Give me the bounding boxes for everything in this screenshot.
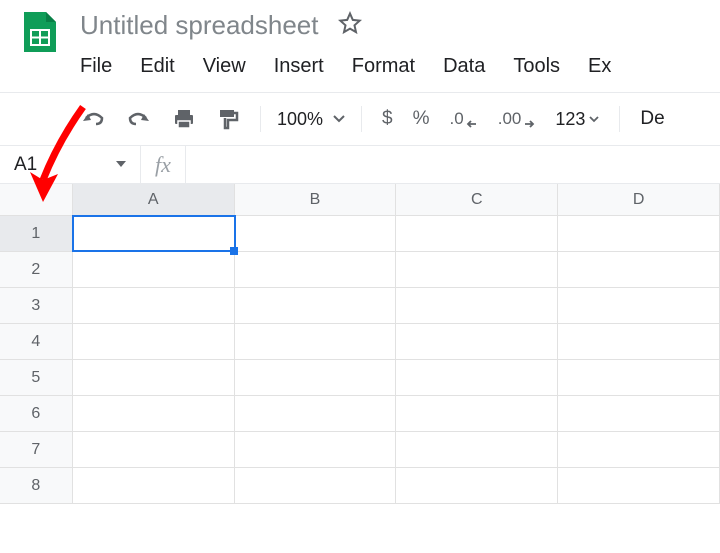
format-percent-button[interactable]: %: [403, 108, 440, 130]
document-title[interactable]: Untitled spreadsheet: [80, 10, 318, 41]
name-box[interactable]: A1: [0, 154, 140, 176]
cell[interactable]: [558, 396, 720, 431]
row-header[interactable]: 6: [0, 396, 73, 431]
redo-icon[interactable]: [116, 104, 162, 134]
cell[interactable]: [396, 324, 558, 359]
cell[interactable]: [396, 468, 558, 503]
zoom-dropdown[interactable]: 100%: [271, 109, 351, 130]
chevron-down-icon: [333, 115, 345, 123]
cell[interactable]: [558, 288, 720, 323]
column-header-c[interactable]: C: [396, 184, 558, 215]
print-icon[interactable]: [162, 104, 206, 134]
spreadsheet-grid: A B C D 12345678: [0, 184, 720, 504]
cell[interactable]: [235, 360, 397, 395]
cell[interactable]: [73, 432, 235, 467]
increase-decimal-button[interactable]: .00: [488, 108, 546, 130]
cell[interactable]: [558, 216, 720, 251]
cell[interactable]: [558, 324, 720, 359]
select-all-corner[interactable]: [0, 184, 73, 215]
name-box-value: A1: [14, 154, 37, 176]
cell[interactable]: [73, 324, 235, 359]
cell[interactable]: [235, 288, 397, 323]
cell[interactable]: [73, 288, 235, 323]
more-formats-dropdown[interactable]: 123: [545, 109, 609, 130]
row-header[interactable]: 3: [0, 288, 73, 323]
menu-data[interactable]: Data: [443, 55, 485, 78]
menu-insert[interactable]: Insert: [274, 55, 324, 78]
cell[interactable]: [558, 432, 720, 467]
font-dropdown[interactable]: De: [630, 108, 674, 130]
undo-icon[interactable]: [70, 104, 116, 134]
row-header[interactable]: 7: [0, 432, 73, 467]
menu-edit[interactable]: Edit: [140, 55, 174, 78]
sheets-logo[interactable]: [16, 8, 64, 56]
cell[interactable]: [558, 252, 720, 287]
column-header-d[interactable]: D: [558, 184, 720, 215]
cell[interactable]: [235, 324, 397, 359]
menu-view[interactable]: View: [203, 55, 246, 78]
menu-tools[interactable]: Tools: [513, 55, 560, 78]
row-header[interactable]: 8: [0, 468, 73, 503]
column-header-a[interactable]: A: [73, 184, 235, 215]
cell[interactable]: [235, 396, 397, 431]
cell[interactable]: [396, 360, 558, 395]
cell[interactable]: [396, 252, 558, 287]
cell[interactable]: [235, 252, 397, 287]
zoom-value: 100%: [277, 109, 323, 130]
cell[interactable]: [73, 468, 235, 503]
decrease-decimal-button[interactable]: .0: [440, 108, 488, 130]
chevron-down-icon: [589, 116, 599, 123]
cell[interactable]: [396, 288, 558, 323]
formula-input[interactable]: [185, 146, 720, 183]
cell[interactable]: [73, 396, 235, 431]
cell[interactable]: [558, 360, 720, 395]
row-header[interactable]: 4: [0, 324, 73, 359]
chevron-down-icon: [116, 161, 126, 168]
menu-extensions[interactable]: Ex: [588, 55, 611, 78]
menubar: File Edit View Insert Format Data Tools …: [80, 41, 704, 88]
cell[interactable]: [73, 252, 235, 287]
cell[interactable]: [235, 216, 397, 251]
cell[interactable]: [558, 468, 720, 503]
row-header[interactable]: 1: [0, 216, 73, 251]
cell[interactable]: [73, 360, 235, 395]
formula-bar: A1 fx: [0, 146, 720, 184]
paint-format-icon[interactable]: [206, 103, 250, 135]
toolbar: 100% $ % .0 .00 123 De: [0, 93, 720, 145]
format-currency-button[interactable]: $: [372, 108, 403, 130]
star-icon[interactable]: [338, 11, 362, 40]
cell[interactable]: [396, 216, 558, 251]
cell[interactable]: [235, 468, 397, 503]
row-header[interactable]: 2: [0, 252, 73, 287]
column-header-b[interactable]: B: [235, 184, 397, 215]
fx-label: fx: [140, 146, 185, 183]
row-header[interactable]: 5: [0, 360, 73, 395]
menu-format[interactable]: Format: [352, 55, 415, 78]
cell[interactable]: [73, 216, 235, 251]
menu-file[interactable]: File: [80, 55, 112, 78]
cell[interactable]: [235, 432, 397, 467]
cell[interactable]: [396, 432, 558, 467]
cell[interactable]: [396, 396, 558, 431]
